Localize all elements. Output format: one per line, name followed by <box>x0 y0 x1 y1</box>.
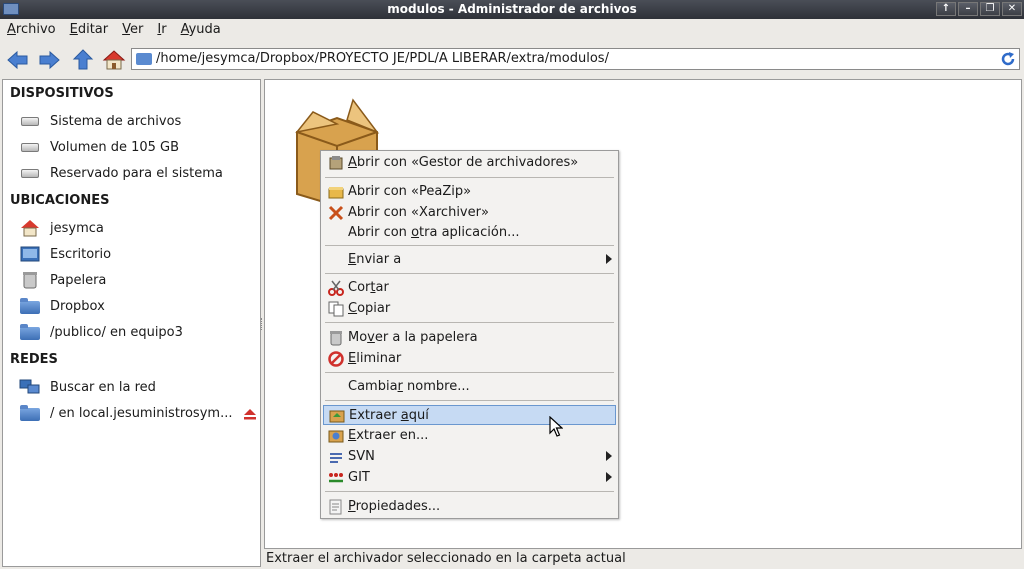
menu-item-rename[interactable]: Cambiar nombre... <box>323 377 616 397</box>
up-button[interactable] <box>70 48 96 72</box>
sidebar-item-label: Escritorio <box>50 246 112 262</box>
sidebar-item-label: / en local.jesuministrosym... <box>50 405 233 421</box>
sidebar-item-label: Sistema de archivos <box>50 113 182 129</box>
extract-here-icon <box>329 410 345 423</box>
sidebar-item-dropbox[interactable]: Dropbox <box>19 295 105 317</box>
menu-ayuda[interactable]: Ayuda <box>174 19 228 39</box>
menu-bar: Archivo Editar Ver Ir Ayuda <box>0 19 1024 41</box>
menu-item-cut[interactable]: Cortar <box>323 278 616 298</box>
home-icon <box>19 219 41 237</box>
shade-button[interactable]: ↑ <box>936 2 956 16</box>
section-redes: REDES <box>10 352 58 367</box>
menu-ir[interactable]: Ir <box>150 19 173 39</box>
window-title: modulos - Administrador de archivos <box>387 2 637 16</box>
copy-icon <box>328 301 344 317</box>
drive-icon <box>19 164 41 182</box>
home-button[interactable] <box>101 48 127 72</box>
drive-icon <box>19 112 41 130</box>
folder-icon <box>136 53 152 65</box>
trash-icon <box>19 271 41 289</box>
mouse-pointer-icon <box>549 416 563 437</box>
location-path[interactable]: /home/jesymca/Dropbox/PROYECTO JE/PDL/A … <box>156 51 609 66</box>
menu-separator <box>325 322 614 323</box>
close-button[interactable]: ✕ <box>1002 2 1022 16</box>
forward-button[interactable] <box>36 48 62 72</box>
title-bar: modulos - Administrador de archivos ↑ – … <box>0 0 1024 19</box>
sidebar-item-escritorio[interactable]: Escritorio <box>19 243 111 265</box>
menu-separator <box>325 491 614 492</box>
context-menu: Abrir con «Gestor de archivadores» Abrir… <box>320 150 619 519</box>
menu-item-open-xarchiver[interactable]: Abrir con «Xarchiver» <box>323 203 616 223</box>
menu-editar[interactable]: Editar <box>63 19 116 39</box>
properties-icon <box>329 499 342 515</box>
delete-icon <box>328 351 344 367</box>
sidebar-item-jesymca[interactable]: jesymca <box>19 217 104 239</box>
sidebar-item-label: Buscar en la red <box>50 379 156 395</box>
back-arrow-icon <box>7 50 28 70</box>
sidebar-item-buscar-red[interactable]: Buscar en la red <box>19 376 156 398</box>
peazip-icon <box>328 187 344 199</box>
menu-separator <box>325 273 614 274</box>
sidebar-item-label: Papelera <box>50 272 107 288</box>
menu-item-extract-to[interactable]: Extraer en... <box>323 426 616 446</box>
git-icon <box>329 473 343 483</box>
menu-item-extract-here[interactable]: Extraer aquí <box>323 405 616 425</box>
up-arrow-icon <box>72 49 94 70</box>
sidebar-item-label: jesymca <box>50 220 104 236</box>
svn-icon <box>330 453 342 463</box>
eject-icon[interactable] <box>243 408 257 420</box>
sidebar-item-local-share[interactable]: / en local.jesuministrosym... <box>19 402 232 424</box>
minimize-button[interactable]: – <box>958 2 978 16</box>
network-icon <box>19 378 41 396</box>
menu-ver[interactable]: Ver <box>115 19 150 39</box>
xarchiver-icon <box>328 205 344 221</box>
menu-item-properties[interactable]: Propiedades... <box>323 497 616 517</box>
menu-separator <box>325 400 614 401</box>
folder-icon <box>19 323 41 341</box>
menu-item-copy[interactable]: Copiar <box>323 299 616 319</box>
submenu-arrow-icon <box>606 451 612 461</box>
sidebar-item-sistema[interactable]: Sistema de archivos <box>19 110 181 132</box>
back-button[interactable] <box>5 48 31 72</box>
scissors-icon <box>328 280 344 296</box>
menu-item-open-archive-manager[interactable]: Abrir con «Gestor de archivadores» <box>323 153 616 173</box>
network-folder-icon <box>19 404 41 422</box>
status-bar: Extraer el archivador seleccionado en la… <box>266 551 626 566</box>
menu-item-open-other[interactable]: Abrir con otra aplicación... <box>323 223 616 243</box>
menu-separator <box>325 372 614 373</box>
menu-item-delete[interactable]: Eliminar <box>323 349 616 369</box>
menu-item-send-to[interactable]: Enviar a <box>323 250 616 270</box>
sidebar: DISPOSITIVOS Sistema de archivos Volumen… <box>2 79 261 567</box>
sidebar-item-papelera[interactable]: Papelera <box>19 269 106 291</box>
submenu-arrow-icon <box>606 254 612 264</box>
forward-arrow-icon <box>39 50 60 70</box>
menu-archivo[interactable]: Archivo <box>0 19 63 39</box>
menu-item-svn[interactable]: SVN <box>323 447 616 467</box>
trash-icon <box>330 331 342 346</box>
reload-icon[interactable] <box>999 50 1017 68</box>
menu-separator <box>325 177 614 178</box>
archive-manager-icon <box>329 156 343 170</box>
menu-item-git[interactable]: GIT <box>323 468 616 488</box>
sidebar-item-publico[interactable]: /publico/ en equipo3 <box>19 321 183 343</box>
menu-separator <box>325 245 614 246</box>
desktop-icon <box>19 245 41 263</box>
submenu-arrow-icon <box>606 472 612 482</box>
menu-item-move-to-trash[interactable]: Mover a la papelera <box>323 328 616 348</box>
maximize-button[interactable]: ❐ <box>980 2 1000 16</box>
sidebar-item-reservado[interactable]: Reservado para el sistema <box>19 162 223 184</box>
sidebar-item-label: /publico/ en equipo3 <box>50 324 183 340</box>
sidebar-item-label: Volumen de 105 GB <box>50 139 180 155</box>
extract-to-icon <box>328 430 344 443</box>
sidebar-item-volumen[interactable]: Volumen de 105 GB <box>19 136 179 158</box>
home-icon <box>102 50 126 70</box>
location-bar[interactable]: /home/jesymca/Dropbox/PROYECTO JE/PDL/A … <box>131 48 1020 70</box>
sidebar-item-label: Reservado para el sistema <box>50 165 223 181</box>
section-ubicaciones: UBICACIONES <box>10 193 110 208</box>
menu-item-open-peazip[interactable]: Abrir con «PeaZip» <box>323 182 616 202</box>
sidebar-item-label: Dropbox <box>50 298 105 314</box>
folder-icon <box>19 297 41 315</box>
section-dispositivos: DISPOSITIVOS <box>10 86 114 101</box>
drive-icon <box>19 138 41 156</box>
